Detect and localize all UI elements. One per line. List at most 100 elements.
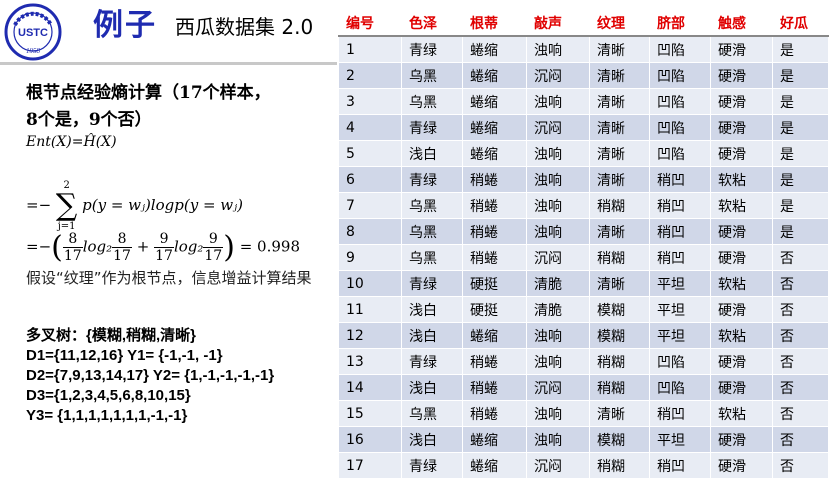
table-cell: 乌黑 [401, 218, 463, 245]
entropy-result: = 0.998 [239, 237, 300, 256]
table-cell: 稍蜷 [462, 374, 527, 401]
formula-entropy-value: =−(8 17 log₂ 8 17 + 9 17 log₂ 9 17) = 0.998 [26, 230, 300, 265]
table-cell: 否 [772, 270, 829, 297]
table-row: 14 浅白 稍蜷 沉闷 稍糊 凹陷 硬滑否 [338, 374, 829, 401]
table-cell: 硬滑 [710, 426, 773, 453]
y3-row: Y3= {1,1,1,1,1,1,1,-1,-1} [26, 407, 188, 424]
table-cell: 清脆 [526, 270, 590, 297]
ustc-logo: USTC 1958 [3, 3, 79, 61]
table-cell: 硬挺 [462, 296, 527, 323]
header-touch: 触感 [710, 9, 773, 37]
table-cell: 稍凹 [649, 400, 711, 427]
fraction-2: 8 17 [112, 231, 132, 264]
table-cell: 浊响 [526, 348, 590, 375]
table-cell: 是 [772, 114, 829, 141]
table-cell: 软粘 [710, 400, 773, 427]
table-cell: 沉闷 [526, 452, 590, 479]
sum-symbol: 2 ∑ j=1 [55, 180, 78, 232]
table-cell: 软粘 [710, 166, 773, 193]
table-cell: 3 [338, 88, 402, 115]
table-cell: 清晰 [589, 218, 650, 245]
table-cell: 乌黑 [401, 192, 463, 219]
d2-row: D2={7,9,13,14,17} Y2= {1,-1,-1,-1,-1} [26, 367, 275, 384]
table-cell: 模糊 [589, 296, 650, 323]
table-row: 16 浅白 蜷缩 浊响 模糊 平坦 硬滑否 [338, 426, 829, 453]
table-cell: 蜷缩 [462, 322, 527, 349]
table-cell: 凹陷 [649, 114, 711, 141]
table-row: 3 乌黑 蜷缩 浊响 清晰 凹陷 硬滑是 [338, 88, 829, 115]
table-cell: 清晰 [589, 140, 650, 167]
formula-entropy-def: Ent(X)=Ĥ(X) [26, 134, 117, 150]
table-cell: 稍蜷 [462, 218, 527, 245]
table-cell: 稍糊 [589, 348, 650, 375]
table-cell: 凹陷 [649, 348, 711, 375]
table-cell: 蜷缩 [462, 114, 527, 141]
table-cell: 是 [772, 192, 829, 219]
table-row: 1 青绿 蜷缩 浊响 清晰 凹陷 硬滑是 [338, 35, 829, 63]
table-cell: 软粘 [710, 192, 773, 219]
table-cell: 11 [338, 296, 402, 323]
table-cell: 8 [338, 218, 402, 245]
table-cell: 浅白 [401, 426, 463, 453]
table-cell: 凹陷 [649, 62, 711, 89]
table-cell: 浊响 [526, 88, 590, 115]
table-row: 13 青绿 稍蜷 浊响 稍糊 凹陷 硬滑否 [338, 348, 829, 375]
fraction-4: 9 17 [203, 231, 224, 264]
table-cell: 4 [338, 114, 402, 141]
table-cell: 硬滑 [710, 296, 773, 323]
table-cell: 浊响 [526, 35, 590, 63]
table-cell: 清晰 [589, 270, 650, 297]
log-label-2: log₂ [173, 237, 204, 256]
table-cell: 否 [772, 452, 829, 479]
table-cell: 凹陷 [649, 35, 711, 63]
logo-text: USTC [18, 27, 48, 39]
table-row: 17 青绿 蜷缩 沉闷 稍糊 稍凹 硬滑否 [338, 452, 829, 479]
table-cell: 乌黑 [401, 400, 463, 427]
page-subtitle: 西瓜数据集 2.0 [175, 15, 314, 39]
table-cell: 蜷缩 [462, 452, 527, 479]
table-cell: 硬滑 [710, 348, 773, 375]
table-row: 12 浅白 蜷缩 浊响 模糊 平坦 软粘否 [338, 322, 829, 349]
table-cell: 平坦 [649, 296, 711, 323]
table-cell: 青绿 [401, 114, 463, 141]
table-cell: 乌黑 [401, 62, 463, 89]
d1-row: D1={11,12,16} Y1= {-1,-1, -1} [26, 347, 223, 364]
header-id: 编号 [338, 9, 402, 37]
table-cell: 稍凹 [649, 166, 711, 193]
table-cell: 青绿 [401, 166, 463, 193]
table-row: 6 青绿 稍蜷 浊响 清晰 稍凹 软粘是 [338, 166, 829, 193]
table-cell: 7 [338, 192, 402, 219]
table-cell: 浅白 [401, 322, 463, 349]
table-cell: 蜷缩 [462, 88, 527, 115]
header-root: 根蒂 [462, 9, 527, 37]
table-header-row: 编号 色泽 根蒂 敲声 纹理 脐部 触感 好瓜 [338, 9, 829, 37]
header-navel: 脐部 [649, 9, 711, 37]
d3-row: D3={1,2,3,4,5,6,8,10,15} [26, 387, 191, 404]
table-cell: 蜷缩 [462, 140, 527, 167]
table-cell: 蜷缩 [462, 35, 527, 63]
table-cell: 否 [772, 244, 829, 271]
table-cell: 稍糊 [589, 192, 650, 219]
log-label-1: log₂ [82, 237, 113, 256]
table-cell: 稍蜷 [462, 400, 527, 427]
table-cell: 沉闷 [526, 244, 590, 271]
table-cell: 模糊 [589, 322, 650, 349]
table-row: 10 青绿 硬挺 清脆 清晰 平坦 软粘否 [338, 270, 829, 297]
formula2-body: p(y = wⱼ)logp(y = wⱼ) [82, 196, 243, 214]
table-cell: 清脆 [526, 296, 590, 323]
table-cell: 12 [338, 322, 402, 349]
table-cell: 是 [772, 88, 829, 115]
table-cell: 稍蜷 [462, 166, 527, 193]
table-cell: 清晰 [589, 400, 650, 427]
table-cell: 稍凹 [649, 452, 711, 479]
table-cell: 凹陷 [649, 88, 711, 115]
table-cell: 13 [338, 348, 402, 375]
table-row: 8 乌黑 稍蜷 浊响 清晰 稍凹 硬滑是 [338, 218, 829, 245]
header-color: 色泽 [401, 9, 463, 37]
assumption-text: 假设“纹理”作为根节点，信息增益计算结果 [26, 269, 312, 287]
table-cell: 青绿 [401, 270, 463, 297]
heading-line-2: 8个是，9个否） [26, 110, 152, 130]
table-cell: 稍糊 [589, 452, 650, 479]
formula3-prefix: =− [26, 237, 52, 256]
table-cell: 平坦 [649, 322, 711, 349]
